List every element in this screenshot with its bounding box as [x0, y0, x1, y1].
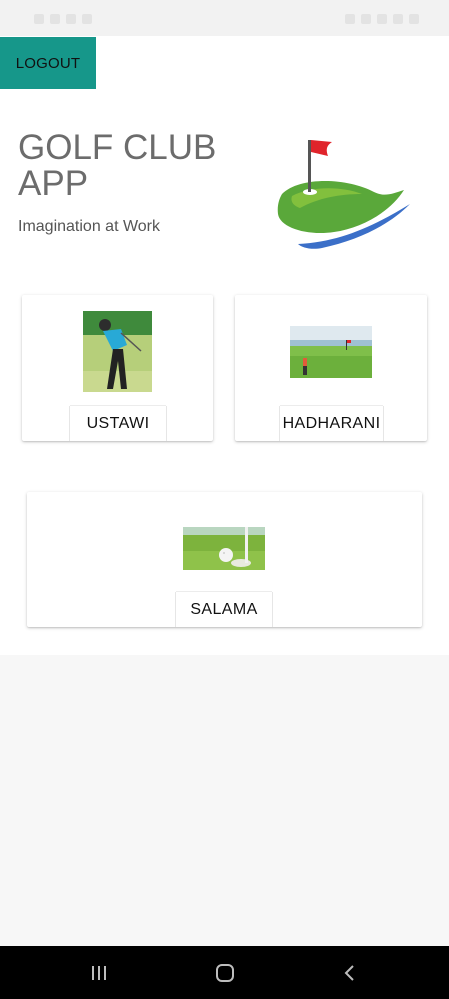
club-button-ustawi[interactable]: USTAWI: [70, 406, 166, 441]
app-subtitle: Imagination at Work: [18, 218, 160, 235]
club-card-ustawi[interactable]: USTAWI: [22, 295, 213, 441]
logout-button[interactable]: LOGOUT: [0, 37, 96, 89]
golf-course-photo: [290, 326, 372, 378]
club-button-hadharani[interactable]: HADHARANI: [280, 406, 383, 441]
club-card-hadharani[interactable]: HADHARANI: [235, 295, 427, 441]
golf-flag-logo-icon: [270, 136, 415, 254]
golfer-swing-photo: [83, 311, 152, 392]
home-icon[interactable]: [210, 960, 240, 986]
golf-ball-hole-photo: [183, 527, 265, 570]
back-icon[interactable]: [335, 960, 365, 986]
club-button-salama[interactable]: SALAMA: [176, 592, 272, 627]
system-nav-bar: [0, 946, 449, 999]
recent-apps-icon[interactable]: [84, 960, 114, 986]
status-right-icons: [345, 12, 419, 26]
status-left-icons: [34, 12, 92, 26]
app-screen: LOGOUT GOLF CLUB APP Imagination at Work: [0, 36, 449, 655]
app-title: GOLF CLUB APP: [18, 128, 217, 203]
status-bar: [0, 0, 449, 36]
club-card-salama[interactable]: SALAMA: [27, 492, 422, 627]
